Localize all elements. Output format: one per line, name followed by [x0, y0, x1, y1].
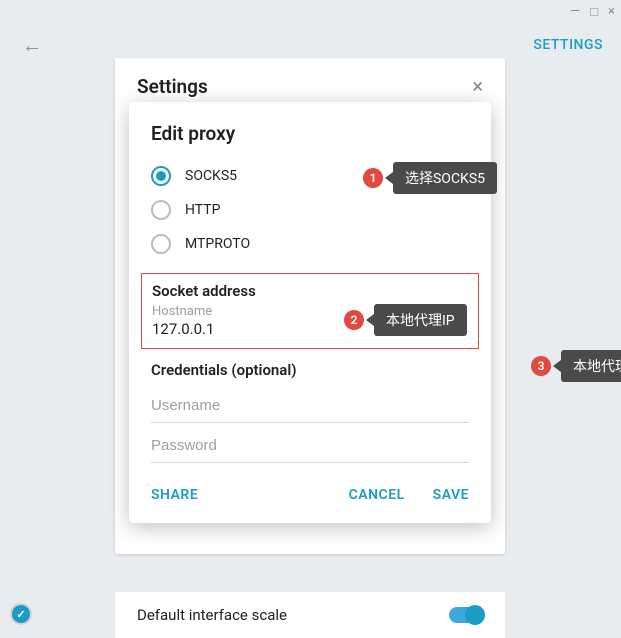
modal-title: Edit proxy	[129, 102, 491, 159]
radio-label: MTPROTO	[185, 236, 250, 252]
radio-http[interactable]: HTTP	[129, 193, 491, 227]
radio-icon	[151, 200, 171, 220]
callout-2: 2 本地代理IP	[344, 304, 467, 336]
callout-3: 3 本地代理默认端口	[531, 350, 621, 382]
save-button[interactable]: SAVE	[433, 487, 469, 503]
modal-footer: SHARE CANCEL SAVE	[129, 463, 491, 515]
callout-1: 1 选择SOCKS5	[363, 162, 497, 194]
callout-text: 本地代理默认端口	[561, 350, 621, 382]
settings-link[interactable]: SETTINGS	[533, 37, 603, 53]
callout-arrow-icon	[553, 360, 561, 372]
callout-badge: 3	[531, 356, 551, 376]
username-input[interactable]	[151, 383, 469, 423]
radio-label: HTTP	[185, 202, 220, 218]
cancel-button[interactable]: CANCEL	[349, 487, 405, 503]
callout-arrow-icon	[385, 172, 393, 184]
callout-text: 本地代理IP	[374, 304, 467, 336]
radio-label: SOCKS5	[185, 168, 237, 184]
share-button[interactable]: SHARE	[151, 487, 198, 503]
radio-mtproto[interactable]: MTPROTO	[129, 227, 491, 261]
interface-scale-label: Default interface scale	[137, 606, 287, 624]
radio-icon	[151, 234, 171, 254]
settings-title: Settings	[137, 75, 208, 98]
callout-badge: 2	[344, 310, 364, 330]
interface-scale-row: Default interface scale	[115, 592, 505, 638]
callout-arrow-icon	[366, 314, 374, 326]
close-icon[interactable]: ×	[472, 74, 483, 98]
interface-scale-toggle[interactable]	[449, 607, 483, 623]
credentials-heading: Credentials (optional)	[151, 361, 469, 379]
password-input[interactable]	[151, 423, 469, 463]
shield-icon[interactable]	[10, 603, 32, 625]
callout-badge: 1	[363, 168, 383, 188]
credentials-section: Credentials (optional)	[129, 359, 491, 463]
back-arrow-icon[interactable]: ←	[22, 33, 42, 58]
topbar: ← SETTINGS	[0, 0, 621, 62]
socket-address-heading: Socket address	[152, 282, 468, 300]
callout-text: 选择SOCKS5	[393, 162, 497, 194]
radio-icon	[151, 166, 171, 186]
